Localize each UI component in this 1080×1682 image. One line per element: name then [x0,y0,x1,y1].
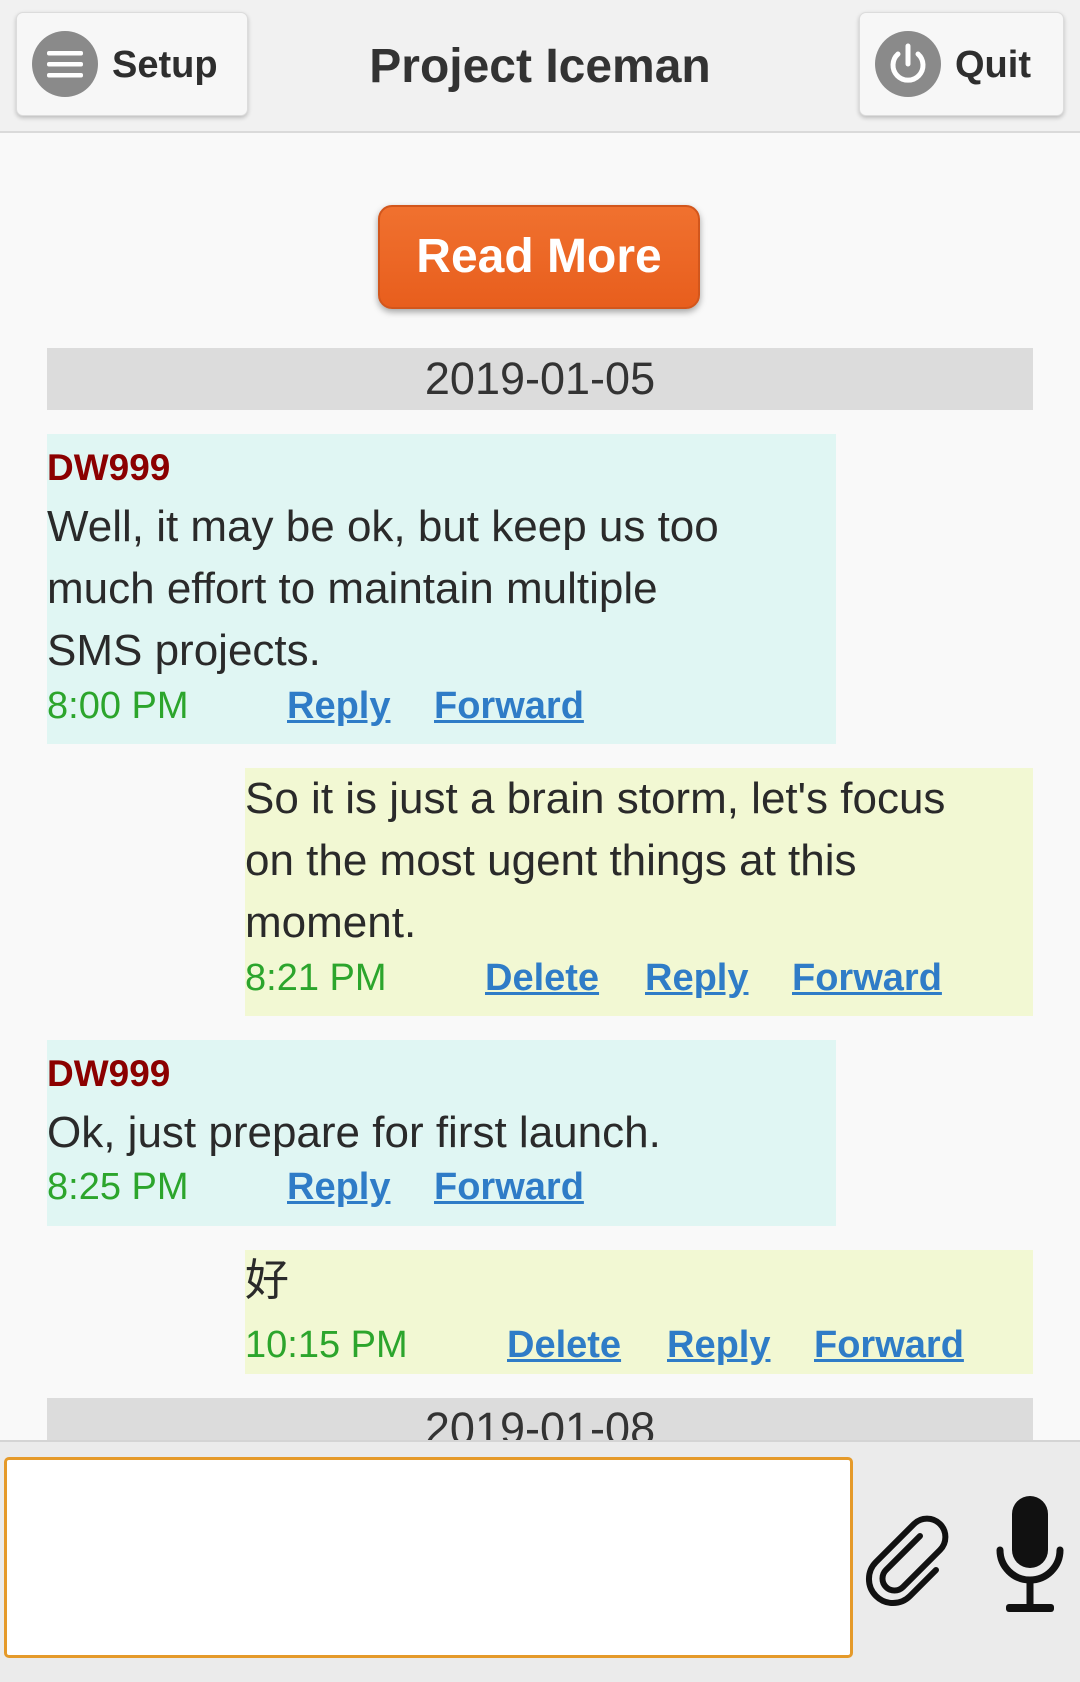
message-line: So it is just a brain storm, let's focus [245,774,946,823]
message-text: So it is just a brain storm, let's focus… [245,768,1013,954]
message-sender: DW999 [47,1053,171,1094]
paperclip-icon[interactable] [862,1514,958,1610]
quit-button[interactable]: Quit [859,12,1064,116]
message-line: SMS projects. [47,626,321,675]
forward-link[interactable]: Forward [434,1162,584,1212]
message-time: 8:25 PM [47,1166,189,1208]
date-separator: 2019-01-05 [47,348,1033,410]
message-sender: DW999 [47,447,171,488]
reply-link[interactable]: Reply [645,953,748,1003]
message-input[interactable] [4,1457,853,1658]
reply-link[interactable]: Reply [287,1162,390,1212]
reply-link[interactable]: Reply [287,681,390,731]
message-line: moment. [245,898,417,947]
microphone-icon[interactable] [994,1494,1066,1620]
setup-label: Setup [112,44,218,86]
message-incoming: DW999 Well, it may be ok, but keep us to… [47,434,836,744]
message-line: Well, it may be ok, but keep us too [47,502,719,551]
message-time: 8:00 PM [47,685,189,727]
forward-link[interactable]: Forward [434,681,584,731]
menu-icon [32,31,98,97]
page-title: Project Iceman [369,40,711,93]
reply-link[interactable]: Reply [667,1320,770,1370]
message-line: Ok, just prepare for first launch. [47,1108,661,1157]
message-text: Ok, just prepare for first launch. [47,1102,816,1164]
read-more-button[interactable]: Read More [378,205,700,309]
message-time: 10:15 PM [245,1324,408,1366]
delete-link[interactable]: Delete [507,1320,621,1370]
message-line: on the most ugent things at this [245,836,857,885]
message-text: 好 [245,1250,1013,1312]
message-time: 8:21 PM [245,957,387,999]
delete-link[interactable]: Delete [485,953,599,1003]
forward-link[interactable]: Forward [814,1320,964,1370]
forward-link[interactable]: Forward [792,953,942,1003]
composer-bar [0,1440,1080,1682]
message-line: 好 [245,1256,289,1305]
message-line: much effort to maintain multiple [47,564,658,613]
setup-button[interactable]: Setup [16,12,248,116]
power-icon [875,31,941,97]
app-header: Setup Project Iceman Quit [0,0,1080,133]
message-incoming: DW999 Ok, just prepare for first launch.… [47,1040,836,1226]
message-outgoing: So it is just a brain storm, let's focus… [245,768,1033,1016]
message-text: Well, it may be ok, but keep us too much… [47,496,816,682]
message-outgoing: 好 10:15 PM Delete Reply Forward [245,1250,1033,1374]
quit-label: Quit [955,44,1031,86]
